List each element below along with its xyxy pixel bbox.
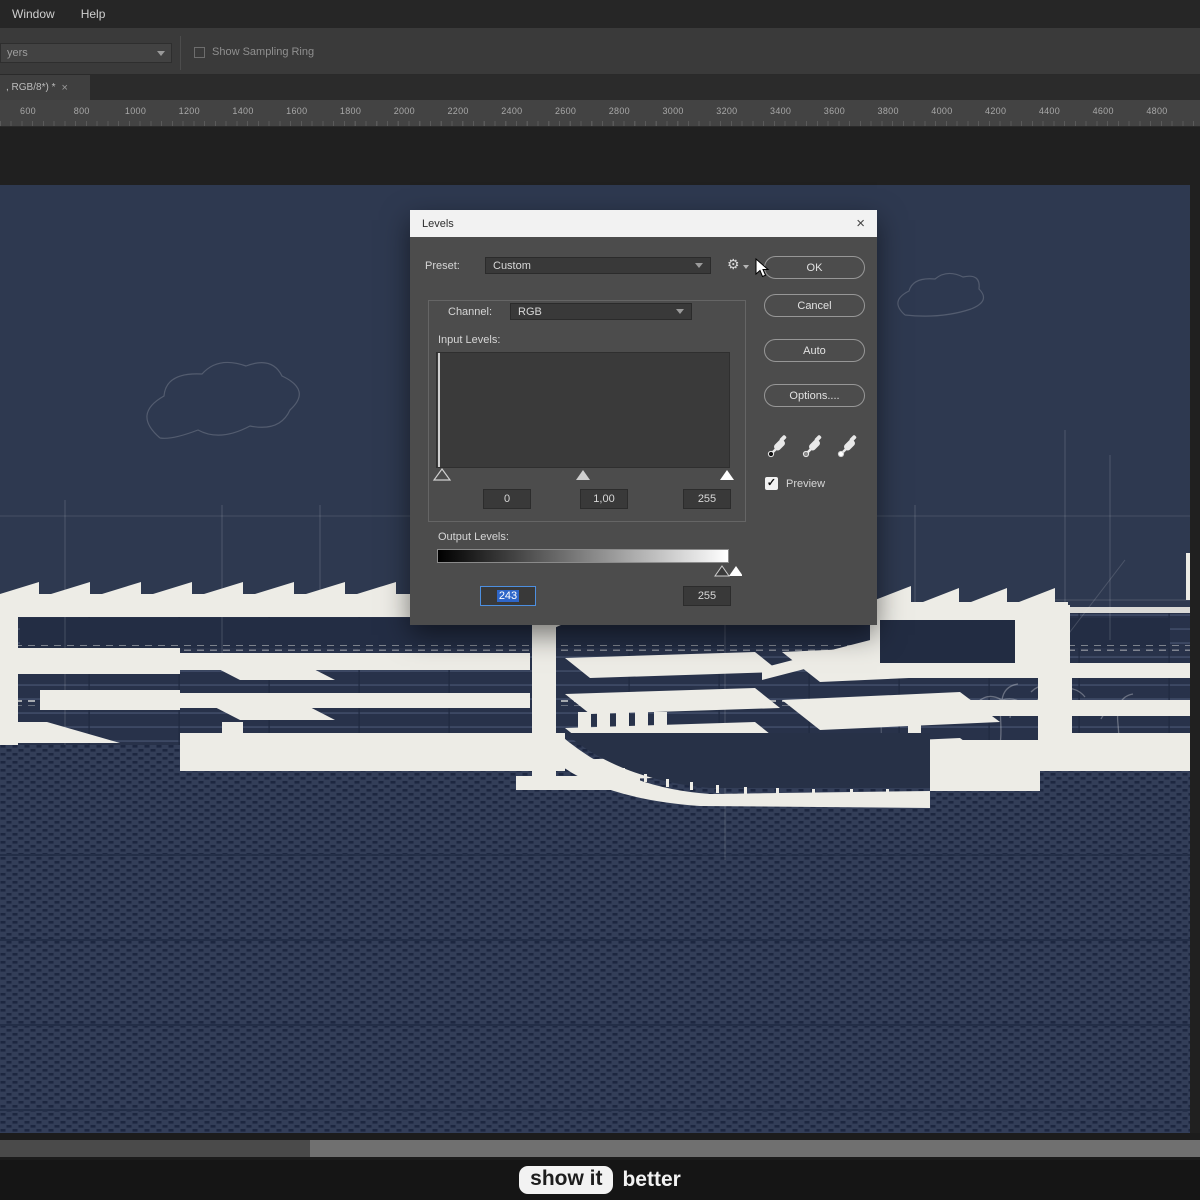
horizontal-scrollbar[interactable]: [0, 1140, 1200, 1157]
ruler-label: 600: [20, 106, 36, 116]
watermark-pill: show it: [519, 1166, 613, 1194]
output-highlight-slider[interactable]: [729, 566, 742, 576]
horizontal-ruler[interactable]: 600 800 1000 1200 1400 1600 1800 2000 2200 2400 26…: [0, 100, 1200, 127]
scrollbar-thumb[interactable]: [310, 1140, 1200, 1157]
preview-label: Preview: [786, 478, 825, 490]
input-levels-label: Input Levels:: [438, 334, 500, 346]
gear-icon[interactable]: ⚙: [727, 256, 740, 273]
preview-checkbox[interactable]: ✓: [765, 477, 778, 490]
chevron-down-icon: [676, 309, 684, 314]
histogram-spike: [438, 353, 440, 467]
output-highlight-value: 255: [698, 590, 716, 602]
input-shadow-field[interactable]: 0: [483, 489, 531, 509]
output-slider-track: [430, 564, 742, 578]
channel-dropdown[interactable]: RGB: [510, 303, 692, 320]
input-highlight-field[interactable]: 255: [683, 489, 731, 509]
preset-label: Preset:: [425, 260, 460, 272]
close-dialog-icon[interactable]: ×: [856, 216, 865, 231]
dialog-title-bar[interactable]: Levels ×: [410, 210, 877, 237]
ruler-label: 800: [74, 106, 90, 116]
output-levels-label: Output Levels:: [438, 531, 509, 543]
menu-item-help[interactable]: Help: [81, 7, 106, 21]
preset-dropdown[interactable]: Custom: [485, 257, 711, 274]
white-point-eyedropper-icon[interactable]: [836, 433, 860, 459]
ruler-label: 2400: [501, 106, 522, 116]
ruler-label: 3800: [878, 106, 899, 116]
watermark-suffix: better: [622, 1168, 680, 1192]
input-slider-track: [430, 468, 742, 482]
close-tab-icon[interactable]: ×: [61, 82, 67, 94]
output-gradient-bar: [437, 549, 729, 563]
ruler-label: 1000: [125, 106, 146, 116]
chevron-down-icon: [157, 51, 165, 56]
gear-caret-icon: [743, 265, 749, 269]
levels-dialog: Levels × Preset: Custom ⚙ OK Cancel Auto…: [410, 210, 877, 625]
sample-dropdown-value: yers: [7, 47, 28, 59]
channel-value: RGB: [518, 306, 542, 318]
show-sampling-ring-option[interactable]: Show Sampling Ring: [194, 46, 314, 58]
document-tab[interactable]: , RGB/8*) * ×: [0, 75, 90, 100]
input-midtone-slider[interactable]: [576, 470, 590, 480]
ruler-label: 2600: [555, 106, 576, 116]
mouse-cursor: [755, 258, 771, 280]
ruler-label: 4800: [1146, 106, 1167, 116]
scroll-zone: [0, 1133, 1200, 1160]
ruler-label: 1800: [340, 106, 361, 116]
ruler-label: 4200: [985, 106, 1006, 116]
input-midtone-field[interactable]: 1,00: [580, 489, 628, 509]
footer-bar: show it better: [0, 1160, 1200, 1200]
sampling-ring-label: Show Sampling Ring: [212, 46, 314, 58]
ruler-label: 3600: [824, 106, 845, 116]
output-highlight-field[interactable]: 255: [683, 586, 731, 606]
ruler-label: 4400: [1039, 106, 1060, 116]
tool-options-bar: yers Show Sampling Ring: [0, 28, 1200, 75]
sample-size-dropdown[interactable]: yers: [0, 43, 172, 63]
input-shadow-slider[interactable]: [434, 469, 450, 480]
output-shadow-value: 243: [497, 590, 519, 602]
menu-bar: Window Help: [0, 0, 1200, 28]
document-tab-bar: , RGB/8*) * ×: [0, 75, 1200, 100]
black-point-eyedropper-icon[interactable]: [766, 433, 790, 459]
cancel-button[interactable]: Cancel: [764, 294, 865, 317]
ok-button[interactable]: OK: [764, 256, 865, 279]
input-highlight-slider[interactable]: [720, 470, 734, 480]
ruler-label: 3200: [716, 106, 737, 116]
dialog-title: Levels: [422, 218, 454, 230]
ruler-label: 1200: [179, 106, 200, 116]
channel-label: Channel:: [448, 306, 492, 318]
checkbox-icon[interactable]: [194, 47, 205, 58]
ruler-label: 3000: [662, 106, 683, 116]
auto-button[interactable]: Auto: [764, 339, 865, 362]
chevron-down-icon: [695, 263, 703, 268]
ruler-label: 2000: [394, 106, 415, 116]
input-shadow-value: 0: [504, 493, 510, 505]
ruler-label: 2800: [609, 106, 630, 116]
preset-value: Custom: [493, 260, 531, 272]
histogram: [436, 352, 730, 468]
output-shadow-field[interactable]: 243: [480, 586, 536, 606]
options-button[interactable]: Options....: [764, 384, 865, 407]
input-highlight-value: 255: [698, 493, 716, 505]
document-tab-title: , RGB/8*) *: [6, 82, 55, 93]
divider: [180, 36, 181, 70]
preview-option[interactable]: ✓ Preview: [765, 477, 825, 490]
ruler-label: 3400: [770, 106, 791, 116]
ruler-label: 1400: [232, 106, 253, 116]
ruler-label: 1600: [286, 106, 307, 116]
input-midtone-value: 1,00: [593, 493, 614, 505]
ruler-label: 4600: [1093, 106, 1114, 116]
menu-item-window[interactable]: Window: [12, 7, 55, 21]
ruler-label: 4000: [931, 106, 952, 116]
gray-point-eyedropper-icon[interactable]: [801, 433, 825, 459]
output-shadow-slider[interactable]: [715, 566, 729, 576]
ruler-label: 2200: [447, 106, 468, 116]
